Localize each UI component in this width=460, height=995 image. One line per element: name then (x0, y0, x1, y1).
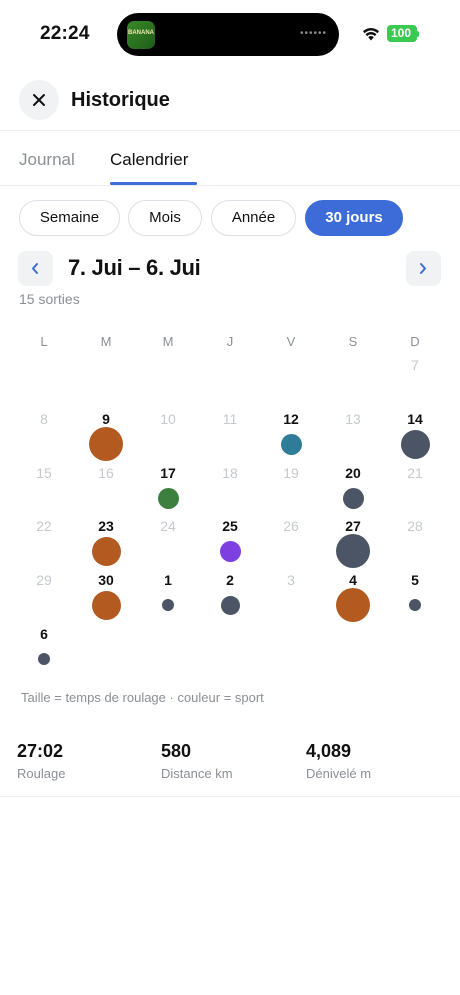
calendar-day[interactable]: 25 (213, 518, 247, 534)
calendar-day[interactable]: 23 (89, 518, 123, 534)
island-app-label: BANANA (128, 30, 154, 36)
range-semaine-button[interactable]: Semaine (19, 200, 120, 236)
ride-dot[interactable] (220, 595, 240, 615)
rides-count: 15 sorties (19, 291, 80, 307)
dynamic-island: BANANA •••••• (117, 13, 339, 56)
ride-dot[interactable] (400, 429, 430, 459)
stat-distance: 580 Distance km (161, 741, 233, 781)
active-tab-indicator (110, 182, 197, 185)
calendar-day: 16 (98, 465, 114, 481)
ride-dot[interactable] (89, 427, 123, 461)
status-time: 22:24 (40, 23, 90, 44)
range-30-jours-button[interactable]: 30 jours (305, 200, 403, 236)
summary-stats: 27:02 Roulage 580 Distance km 4,089 Déni… (0, 730, 460, 797)
stat-value: 580 (161, 741, 192, 761)
now-playing-app-icon: BANANA (127, 21, 155, 49)
battery-cap (417, 31, 419, 37)
calendar-legend: Taille = temps de roulage · couleur = sp… (21, 690, 264, 705)
tab-journal[interactable]: Journal (19, 150, 75, 170)
calendar-day[interactable]: 17 (151, 465, 185, 481)
ride-dot[interactable] (336, 588, 370, 622)
close-icon (33, 94, 45, 106)
ride-dot[interactable] (280, 433, 302, 455)
ride-dot[interactable] (157, 487, 179, 509)
calendar-day: 11 (222, 411, 238, 427)
period-title: 7. Jui – 6. Jui (68, 255, 201, 280)
calendar-day[interactable]: 14 (398, 411, 432, 427)
calendar-day[interactable]: 1 (151, 572, 185, 588)
range-annee-button[interactable]: Année (211, 200, 296, 236)
battery-level: 100 (390, 26, 412, 40)
calendar-day: 7 (411, 357, 419, 373)
calendar-day: 18 (222, 465, 238, 481)
ride-dot[interactable] (162, 599, 174, 611)
chevron-left-icon (32, 263, 38, 274)
ride-dot[interactable] (409, 599, 421, 611)
calendar-day: 26 (283, 518, 299, 534)
weekday-label: J (226, 334, 234, 349)
close-button[interactable] (19, 80, 59, 120)
weekday-label: D (410, 334, 420, 349)
ride-dot[interactable] (219, 540, 241, 562)
island-activity-dots: •••••• (299, 28, 327, 39)
stat-label: Dénivelé m (306, 766, 372, 781)
weekday-label: M (100, 334, 112, 349)
stat-label: Roulage (17, 766, 66, 781)
weekday-label: L (40, 334, 48, 349)
calendar-day[interactable]: 6 (27, 626, 61, 642)
ride-dot[interactable] (336, 534, 370, 568)
header: Historique (0, 70, 460, 131)
calendar-day: 15 (36, 465, 52, 481)
stat-value: 4,089 (306, 741, 352, 761)
calendar-day: 10 (160, 411, 176, 427)
ride-dot[interactable] (91, 590, 121, 620)
tab-calendrier[interactable]: Calendrier (110, 150, 188, 170)
calendar-day: 3 (287, 572, 295, 588)
calendar-day[interactable]: 27 (336, 518, 370, 534)
tab-bar: Journal Calendrier (0, 131, 460, 186)
calendar-day[interactable]: 12 (274, 411, 308, 427)
range-mois-button[interactable]: Mois (128, 200, 202, 236)
chevron-right-icon (420, 263, 426, 274)
calendar-day: 29 (36, 572, 52, 588)
stat-value: 27:02 (17, 741, 64, 761)
ride-dot[interactable] (38, 653, 50, 665)
calendar-day: 13 (345, 411, 361, 427)
weekday-label: M (162, 334, 174, 349)
weekday-label: S (348, 334, 358, 349)
previous-period-button[interactable] (18, 251, 53, 286)
calendar-day: 19 (283, 465, 299, 481)
calendar-day[interactable]: 9 (89, 411, 123, 427)
calendar-day: 8 (40, 411, 48, 427)
stat-label: Distance km (161, 766, 233, 781)
status-bar: 22:24 BANANA •••••• 100 (0, 0, 460, 70)
calendar-day[interactable]: 30 (89, 572, 123, 588)
battery-icon: 100 (387, 25, 417, 42)
wifi-icon (363, 28, 379, 41)
ride-dot[interactable] (342, 487, 364, 509)
stat-roulage: 27:02 Roulage (17, 741, 65, 781)
calendar-day[interactable]: 4 (336, 572, 370, 588)
calendar-day: 21 (407, 465, 423, 481)
page-title: Historique (71, 89, 170, 111)
stat-denivele: 4,089 Dénivelé m (306, 741, 371, 781)
calendar-day: 24 (160, 518, 176, 534)
calendar-day: 22 (36, 518, 52, 534)
calendar-day[interactable]: 5 (398, 572, 432, 588)
calendar-day[interactable]: 20 (336, 465, 370, 481)
ride-dot[interactable] (91, 536, 121, 566)
next-period-button[interactable] (406, 251, 441, 286)
calendar-day: 28 (407, 518, 423, 534)
calendar-day[interactable]: 2 (213, 572, 247, 588)
weekday-label: V (286, 334, 296, 349)
